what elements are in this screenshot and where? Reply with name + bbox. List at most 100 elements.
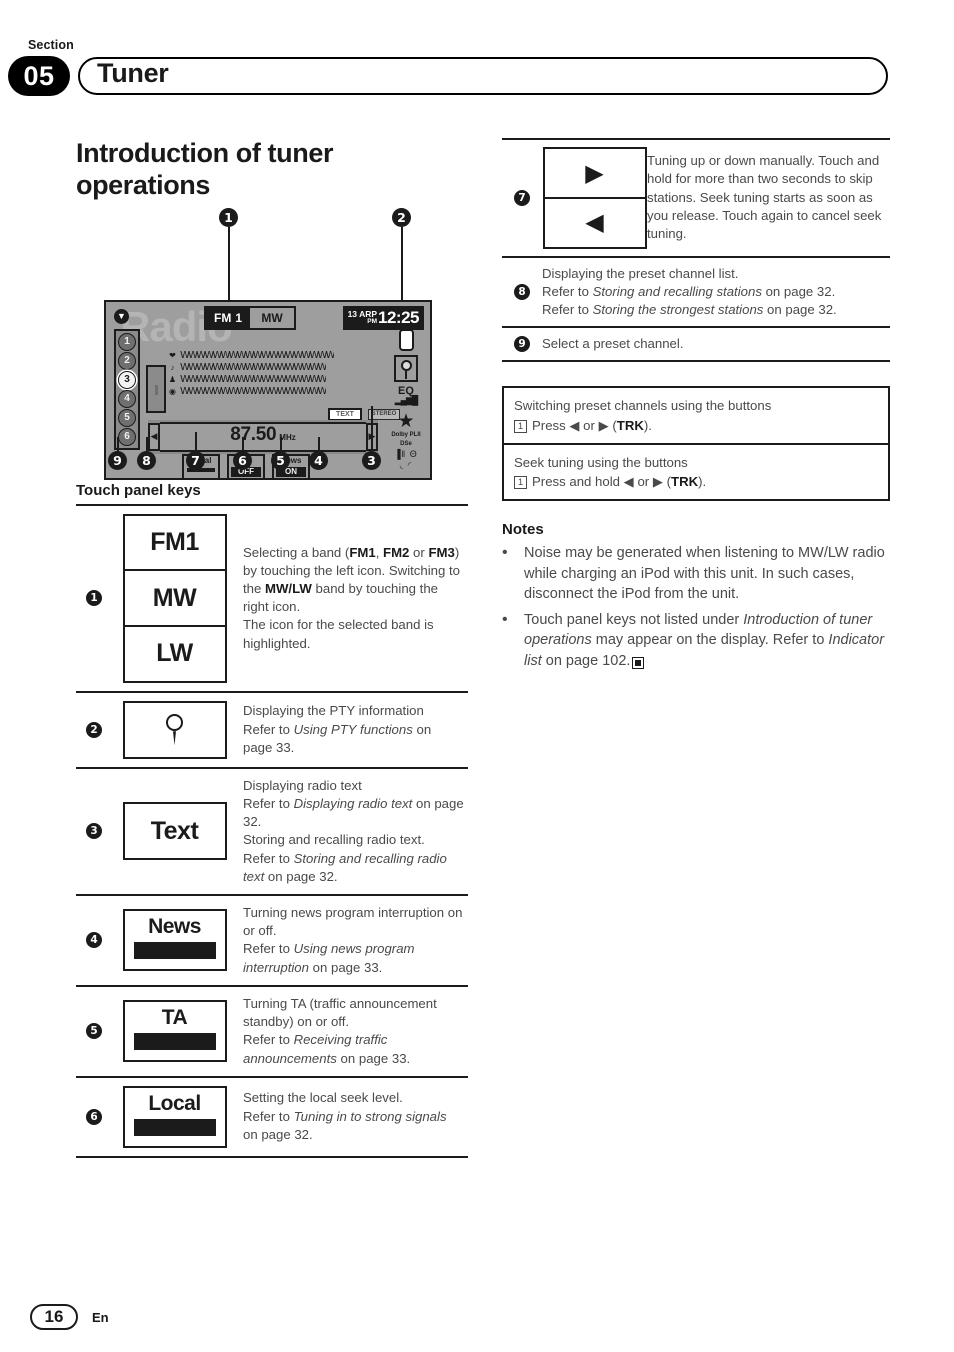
artist-icon: ♟ xyxy=(168,375,177,385)
tuner-display-diagram: 1 2 Radio ▼ FM 1 MW 13 ARP PM 12:25 1 2 … xyxy=(76,207,468,480)
mw-key[interactable]: MW xyxy=(122,569,227,628)
preset-button-2[interactable]: 2 xyxy=(118,351,136,370)
row-number-4: 4 xyxy=(76,932,112,949)
table-row: 7 ▶ ◀ Tuning up or down manually. Touch … xyxy=(502,140,890,258)
preset-list-toggle[interactable] xyxy=(146,364,166,413)
ta-key-label: TA xyxy=(161,1006,188,1030)
row-5-icons: TA xyxy=(112,1000,237,1063)
header-pill xyxy=(78,57,888,95)
pty-key[interactable] xyxy=(122,700,227,759)
note-icon: ♪ xyxy=(170,363,175,373)
row-3-description: Displaying radio text Refer to Displaying… xyxy=(243,777,464,884)
row-number-badge: 9 xyxy=(514,336,530,353)
note-2-text: Touch panel keys not listed under Introd… xyxy=(524,610,890,672)
tune-up-key[interactable]: ▶ xyxy=(542,147,647,199)
signal-bluetooth-icons: ▐‖ Θ xyxy=(386,449,426,460)
band-fm-number: 1 xyxy=(235,310,242,325)
ta-key-state-bar xyxy=(133,1033,216,1051)
status-rail: EQ ▂▄▆█ ★ Dolby PLII DSe ▐‖ Θ ◟ ◜ xyxy=(386,328,426,471)
car-icons: ◟ ◜ xyxy=(399,459,413,470)
dolby-label: Dolby PLII xyxy=(391,431,421,438)
preset-button-5[interactable]: 5 xyxy=(118,408,136,427)
row-7-icons: ▶ ◀ xyxy=(542,147,647,249)
fm1-key[interactable]: FM1 xyxy=(122,513,227,572)
local-key-state-bar xyxy=(133,1118,216,1136)
callout-2: 2 xyxy=(392,207,411,227)
signal-icon: ▐‖ xyxy=(394,448,407,459)
table-row: 8 Displaying the preset channel list. Ref… xyxy=(502,258,890,329)
callout-3: 3 xyxy=(362,450,381,470)
clock-meridiem: PM xyxy=(367,317,378,325)
preset-button-6[interactable]: 6 xyxy=(118,427,136,446)
text-line-1-value: WWWWWWWWWWWWWWWWWWW xyxy=(180,350,334,362)
text-line-3-value: WWWWWWWWWWWWWWWWWW xyxy=(180,374,326,386)
note-2-body: Touch panel keys not listed under Introd… xyxy=(524,611,885,669)
switching-preset-channels-title: Switching preset channels using the butt… xyxy=(514,398,772,414)
section-number-badge: 05 xyxy=(8,56,70,96)
chevron-down-icon: ▼ xyxy=(114,308,129,324)
leader-3 xyxy=(371,405,373,451)
frequency-value: 87.50 xyxy=(230,423,277,445)
pty-pin-icon xyxy=(166,714,183,732)
bullet-icon: • xyxy=(502,610,508,628)
tune-down-button[interactable]: ◀ xyxy=(148,422,160,451)
step-text: Press ◀ or ▶ (TRK). xyxy=(532,417,652,433)
row-number-badge: 3 xyxy=(86,823,102,840)
row-2-icons xyxy=(112,700,237,759)
news-key[interactable]: News xyxy=(122,909,227,972)
row-9-description: Select a preset channel. xyxy=(542,336,684,352)
bluetooth-icon: Θ xyxy=(409,448,418,459)
ta-key[interactable]: TA xyxy=(122,1000,227,1063)
preset-button-4[interactable]: 4 xyxy=(118,389,136,408)
frequency-display: 87.50 MHz xyxy=(160,421,366,452)
band-fm-button[interactable]: FM 1 xyxy=(206,307,250,328)
touch-panel-keys-table: 1 FM1 MW LW Selecting a band (FM1, FM2 o… xyxy=(76,503,468,1158)
text-line-2-value: WWWWWWWWWWWWWWWWWW xyxy=(180,362,326,374)
callout-9: 9 xyxy=(108,450,127,470)
pty-button[interactable] xyxy=(394,354,418,382)
band-selector[interactable]: FM 1 MW xyxy=(204,305,296,330)
left-column: Introduction of tuner operations 1 2 Rad… xyxy=(76,138,468,1158)
preset-button-1[interactable]: 1 xyxy=(118,332,136,351)
note-item: • Noise may be generated when listening … xyxy=(502,543,890,605)
tune-down-key[interactable]: ◀ xyxy=(542,196,647,249)
row-number-6: 6 xyxy=(76,1108,112,1125)
row-number-badge: 5 xyxy=(86,1023,102,1040)
display-off-icon[interactable] xyxy=(398,328,414,351)
manual-page: Section 05 Tuner Introduction of tuner o… xyxy=(0,0,954,1352)
table-row: 1 FM1 MW LW Selecting a band (FM1, FM2 o… xyxy=(76,506,468,693)
row-6-description: Setting the local seek level. Refer to Tu… xyxy=(243,1090,447,1142)
lw-key[interactable]: LW xyxy=(122,624,227,683)
preset-button-3[interactable]: 3 xyxy=(118,370,136,389)
local-key[interactable]: Local xyxy=(122,1085,227,1148)
callout-5: 5 xyxy=(271,450,290,470)
preset-channel-list[interactable]: 1 2 3 4 5 6 xyxy=(114,328,140,450)
disc-icon: ◉ xyxy=(169,387,176,397)
text-line-4: ◉ WWWWWWWWWWWWWWWWWW xyxy=(168,386,340,398)
heart-icon: ❤ xyxy=(169,351,176,361)
text-line-4-value: WWWWWWWWWWWWWWWWWW xyxy=(180,386,326,398)
text-line-2: ♪ WWWWWWWWWWWWWWWWWW xyxy=(168,362,340,374)
seek-tuning-instruction: 1 Press and hold ◀ or ▶ (TRK). xyxy=(514,472,878,491)
seek-tuning-step: Seek tuning using the buttons 1 Press and… xyxy=(504,442,888,499)
callout-1: 1 xyxy=(219,207,238,227)
note-item: • Touch panel keys not listed under Intr… xyxy=(502,610,890,672)
row-4-icons: News xyxy=(112,909,237,972)
row-5-description: Turning TA (traffic announcement standby… xyxy=(243,995,437,1066)
note-1-text: Noise may be generated when listening to… xyxy=(524,544,885,603)
table-row: 5 TA Turning TA (traffic announcement st… xyxy=(76,987,468,1078)
text-line-3: ♟ WWWWWWWWWWWWWWWWWW xyxy=(168,374,340,386)
step-number: 1 xyxy=(514,476,527,490)
language-code: En xyxy=(92,1309,109,1325)
band-mw-button[interactable]: MW xyxy=(250,307,294,328)
leader-8 xyxy=(146,436,148,451)
row-number-9: 9 xyxy=(502,336,542,353)
row-number-8: 8 xyxy=(502,283,542,300)
touch-panel-keys-heading: Touch panel keys xyxy=(76,481,201,499)
row-2-description: Displaying the PTY information Refer to U… xyxy=(243,703,432,755)
row-number-badge: 7 xyxy=(514,189,530,206)
table-row: 4 News Turning news program interruption… xyxy=(76,896,468,987)
device-screen: Radio ▼ FM 1 MW 13 ARP PM 12:25 1 2 3 4 … xyxy=(104,299,432,480)
text-key[interactable]: Text xyxy=(122,802,227,861)
table-row: 9 Select a preset channel. xyxy=(502,328,890,363)
